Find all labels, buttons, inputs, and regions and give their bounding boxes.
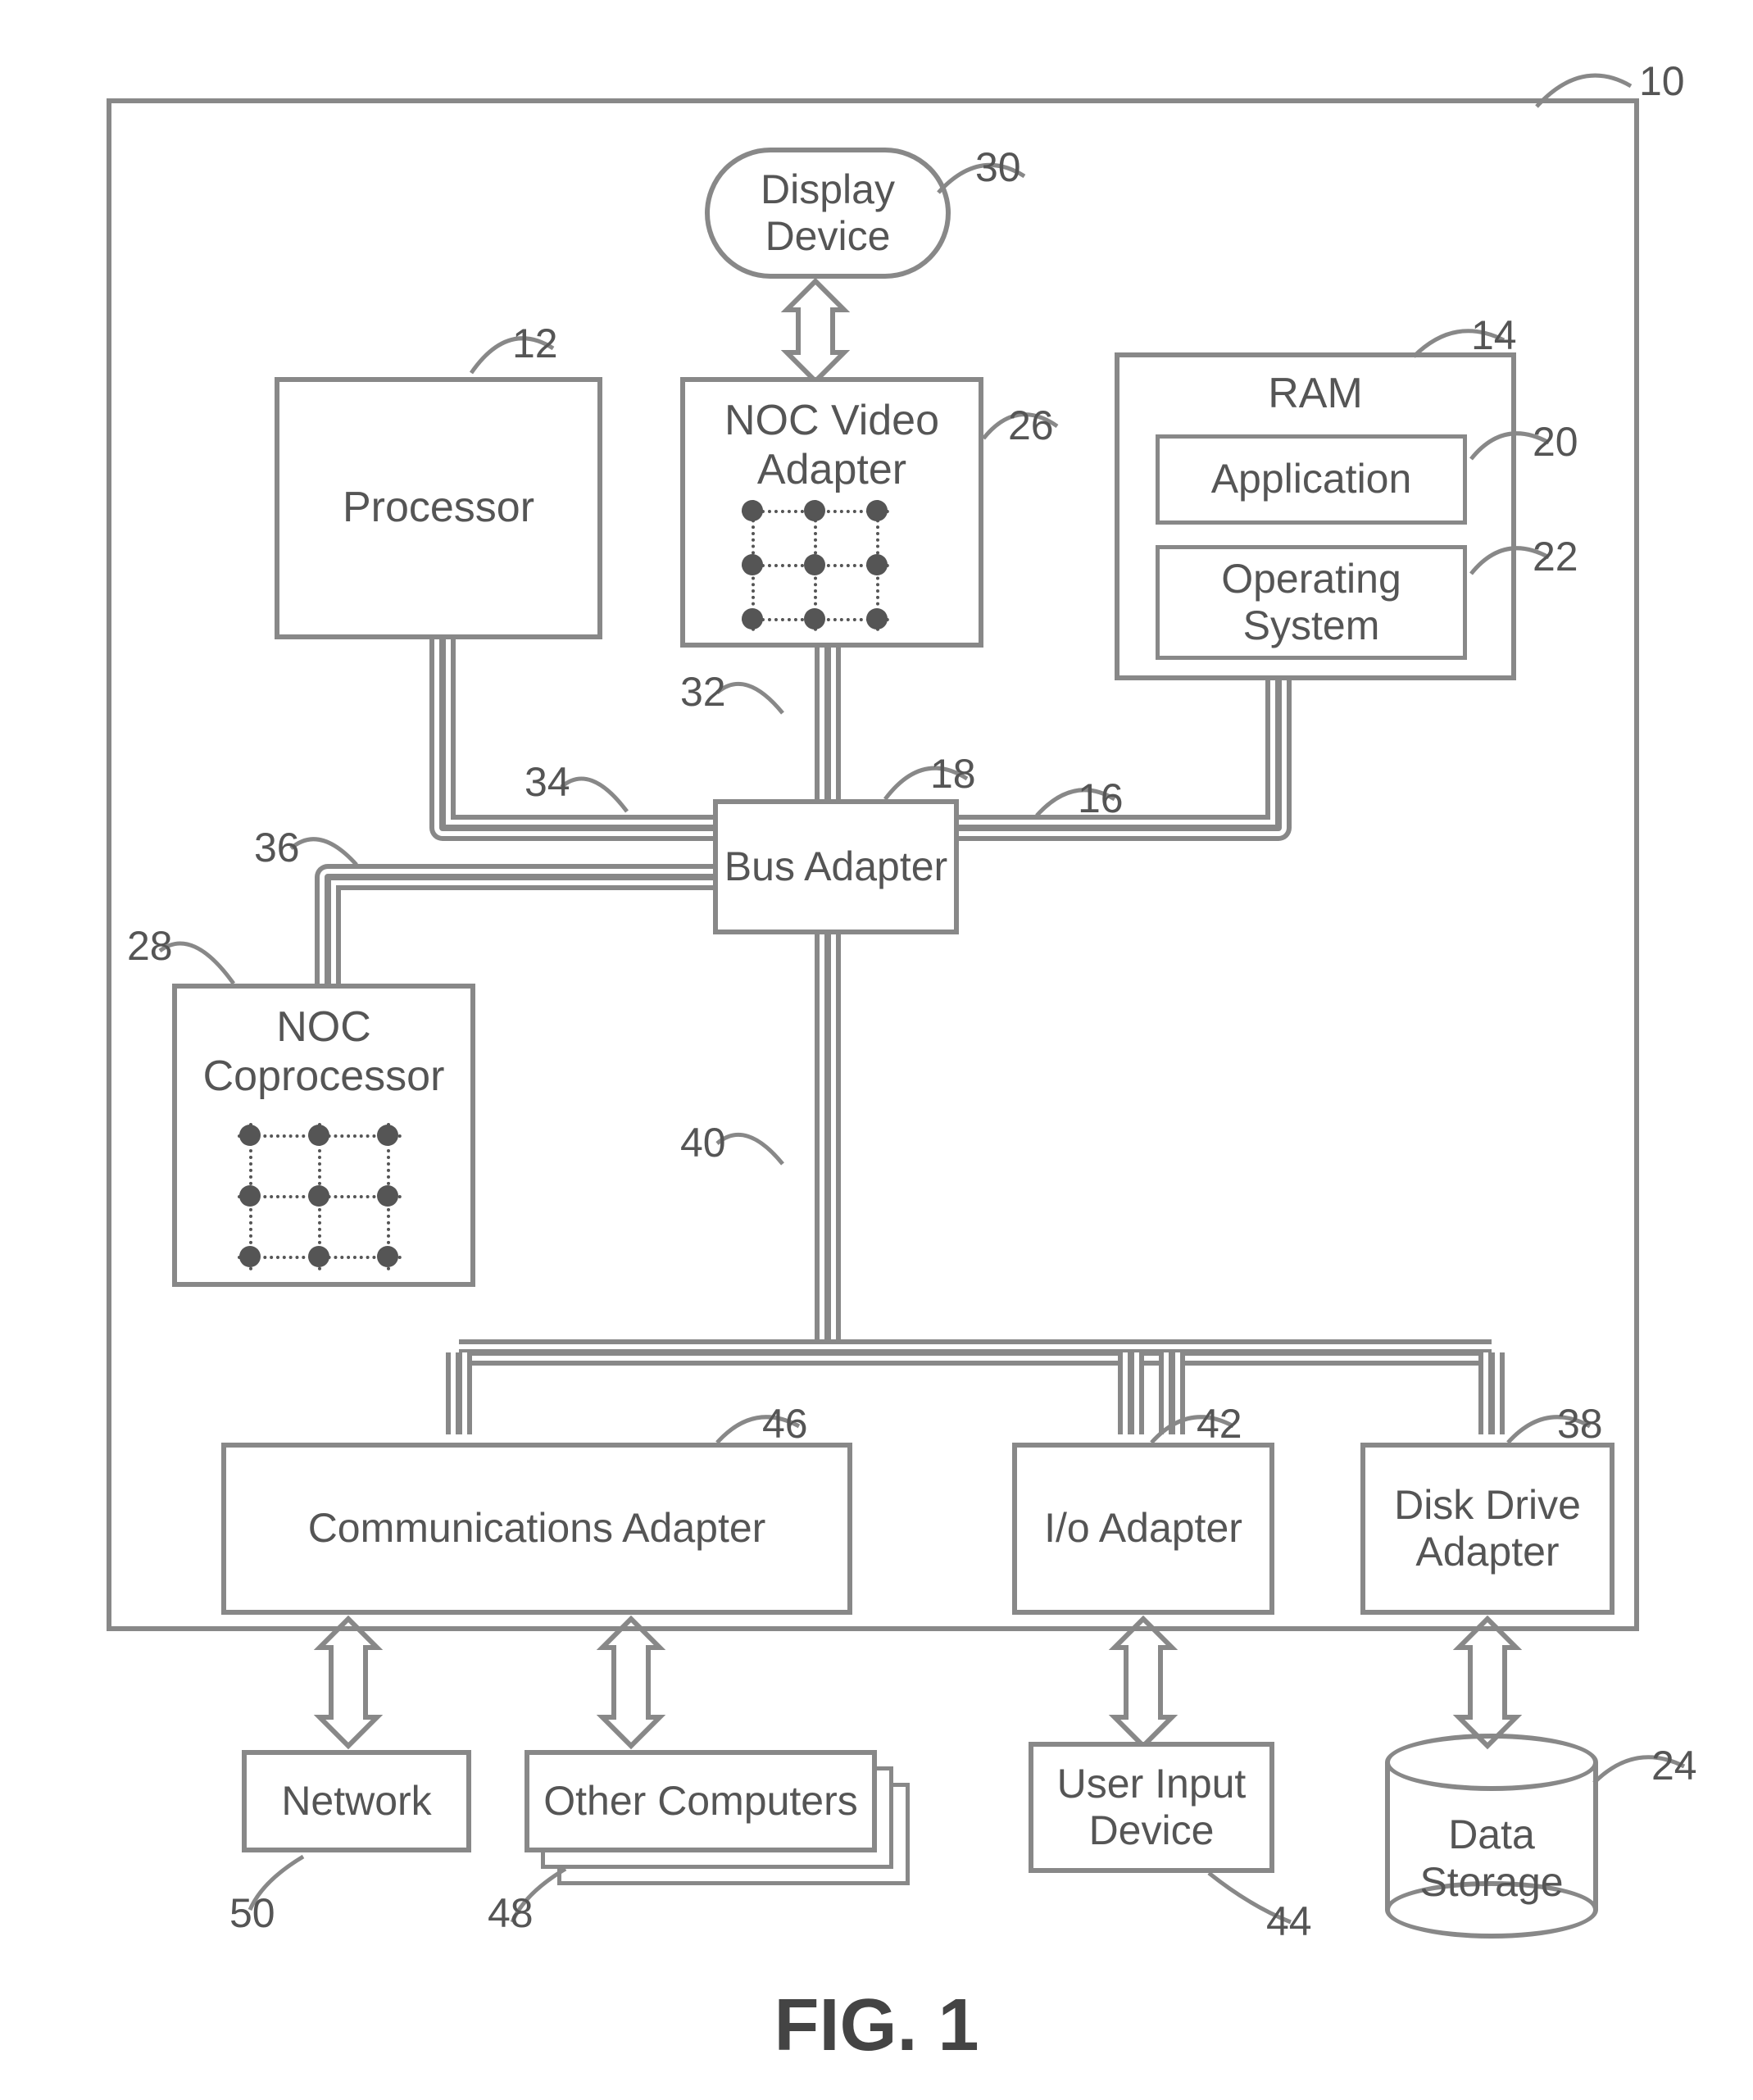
ref-noc-coproc: 28 bbox=[127, 922, 173, 970]
user-input-device-label: User Input Device bbox=[1057, 1761, 1247, 1855]
ref-display: 30 bbox=[975, 143, 1021, 191]
noc-grid-icon bbox=[238, 1123, 402, 1270]
ref-comm-adapter: 46 bbox=[762, 1400, 808, 1448]
processor: Processor bbox=[275, 377, 602, 639]
network-label: Network bbox=[281, 1778, 431, 1825]
ref-network: 50 bbox=[229, 1889, 275, 1937]
ref-ram: 14 bbox=[1471, 311, 1517, 359]
disk-drive-adapter: Disk Drive Adapter bbox=[1360, 1443, 1614, 1615]
ref-user-input: 44 bbox=[1266, 1898, 1312, 1945]
ref-noc-video: 26 bbox=[1008, 402, 1054, 449]
user-input-device: User Input Device bbox=[1029, 1742, 1274, 1873]
operating-system: Operating System bbox=[1156, 545, 1467, 660]
application: Application bbox=[1156, 434, 1467, 525]
io-adapter-label: I/o Adapter bbox=[1044, 1505, 1242, 1552]
network: Network bbox=[242, 1750, 471, 1852]
ref-exp-bus: 40 bbox=[680, 1119, 726, 1166]
processor-label: Processor bbox=[343, 484, 534, 533]
ref-data-storage: 24 bbox=[1651, 1742, 1697, 1789]
bus-adapter-label: Bus Adapter bbox=[724, 843, 947, 891]
io-adapter: I/o Adapter bbox=[1012, 1443, 1274, 1615]
data-storage: Data Storage bbox=[1385, 1734, 1598, 1939]
ref-coproc-bus: 36 bbox=[254, 824, 300, 871]
figure-1: .busO{stroke:#888;stroke-width:32;fill:n… bbox=[0, 0, 1753, 2100]
bus-adapter: Bus Adapter bbox=[713, 799, 959, 934]
application-label: Application bbox=[1211, 456, 1412, 503]
figure-caption: FIG. 1 bbox=[0, 1984, 1753, 2068]
ram-label: RAM bbox=[1268, 370, 1363, 419]
ref-mem-bus: 16 bbox=[1078, 775, 1124, 822]
ref-application: 20 bbox=[1533, 418, 1578, 466]
noc-video-adapter-label: NOC Video Adapter bbox=[724, 397, 939, 495]
ref-fsb: 34 bbox=[525, 758, 570, 806]
other-computers: Other Computers bbox=[525, 1750, 877, 1852]
arrow-comm-other bbox=[602, 1619, 660, 1746]
noc-coprocessor-label: NOC Coprocessor bbox=[203, 1003, 445, 1102]
ref-processor: 12 bbox=[512, 320, 558, 367]
arrow-io-user bbox=[1115, 1619, 1172, 1746]
arrow-comm-network bbox=[320, 1619, 377, 1746]
arrow-disk-storage bbox=[1459, 1619, 1516, 1746]
ref-computer: 10 bbox=[1639, 57, 1685, 105]
other-computers-label: Other Computers bbox=[543, 1778, 857, 1825]
ref-io-adapter: 42 bbox=[1197, 1400, 1242, 1448]
ref-disk-adapter: 38 bbox=[1557, 1400, 1603, 1448]
communications-adapter: Communications Adapter bbox=[221, 1443, 852, 1615]
display-device-label: Display Device bbox=[761, 166, 895, 261]
ref-os: 22 bbox=[1533, 533, 1578, 580]
operating-system-label: Operating System bbox=[1221, 556, 1401, 650]
display-device: Display Device bbox=[705, 148, 951, 279]
ref-video-bus: 32 bbox=[680, 668, 726, 716]
noc-grid-icon bbox=[742, 500, 889, 631]
data-storage-label: Data Storage bbox=[1385, 1811, 1598, 1906]
communications-adapter-label: Communications Adapter bbox=[308, 1505, 766, 1552]
ref-bus-adapter: 18 bbox=[930, 750, 976, 798]
ref-other-computers: 48 bbox=[488, 1889, 534, 1937]
disk-drive-adapter-label: Disk Drive Adapter bbox=[1394, 1482, 1581, 1576]
